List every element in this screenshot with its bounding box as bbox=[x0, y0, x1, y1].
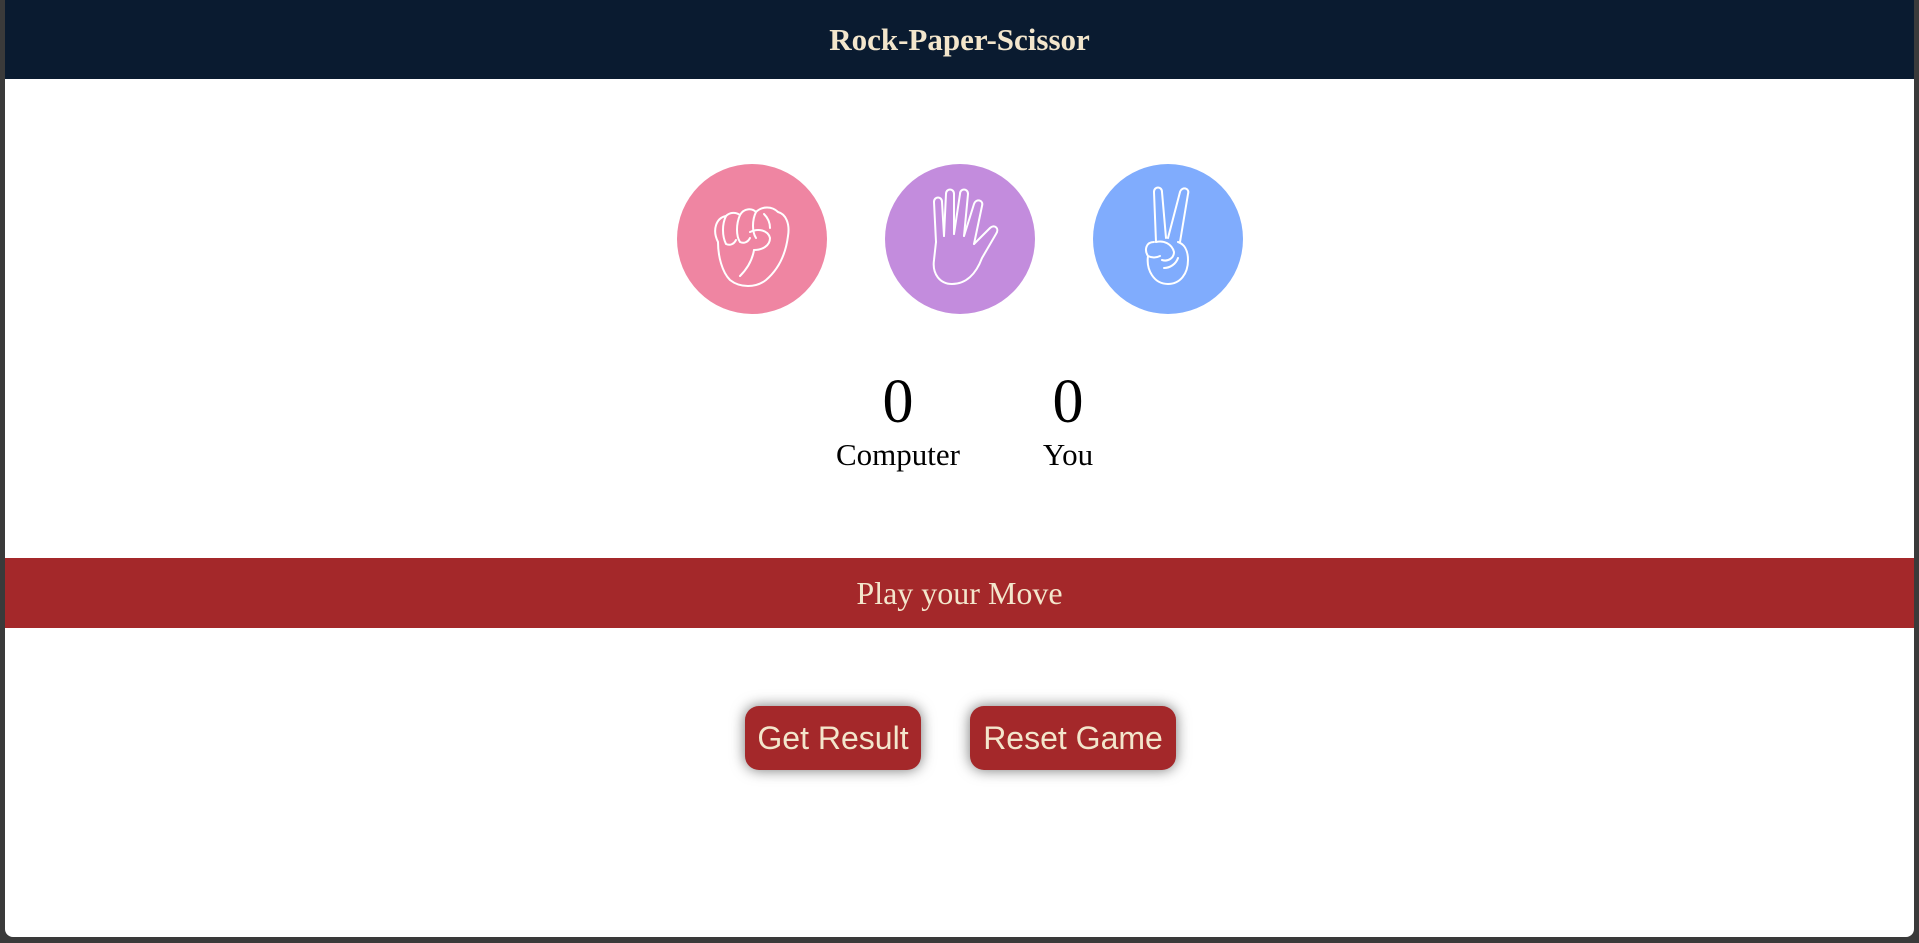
user-score-label: You bbox=[1042, 437, 1094, 472]
open-hand-icon bbox=[932, 188, 999, 285]
page-title: Rock-Paper-Scissor bbox=[829, 21, 1090, 57]
header-bar: Rock-Paper-Scissor bbox=[5, 0, 1914, 79]
rock-choice-button[interactable] bbox=[677, 164, 827, 314]
reset-game-button[interactable]: Reset Game bbox=[970, 706, 1176, 770]
get-result-button[interactable]: Get Result bbox=[745, 706, 921, 770]
message-text: Play your Move bbox=[856, 574, 1063, 611]
scissors-choice-button[interactable] bbox=[1093, 164, 1243, 314]
fist-icon bbox=[714, 206, 790, 287]
computer-score-box: 0 Computer bbox=[823, 367, 973, 473]
computer-score: 0 bbox=[882, 368, 914, 436]
message-bar: Play your Move bbox=[5, 558, 1914, 628]
paper-choice-button[interactable] bbox=[885, 164, 1035, 314]
game-window: Rock-Paper-Scissor 0 Computer 0 You Play… bbox=[5, 0, 1914, 937]
victory-hand-icon bbox=[1145, 186, 1190, 285]
computer-score-label: Computer bbox=[836, 437, 960, 472]
user-score: 0 bbox=[1052, 368, 1084, 436]
user-score-box: 0 You bbox=[1013, 367, 1123, 473]
